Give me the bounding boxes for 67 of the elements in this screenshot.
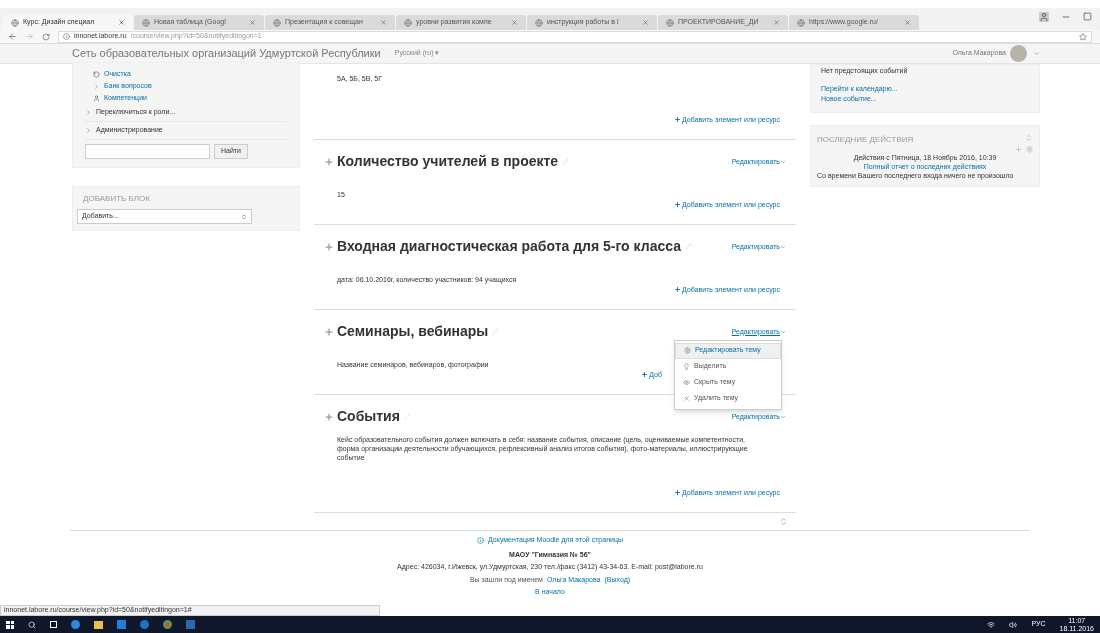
- section-title: Количество учителей в проекте: [337, 152, 559, 171]
- lightbulb-icon: [683, 363, 690, 370]
- favicon-icon: [535, 18, 543, 27]
- site-name[interactable]: Сеть образовательных организаций Удмуртской Республики: [72, 45, 381, 62]
- plus-icon: [674, 201, 682, 209]
- close-icon[interactable]: [642, 19, 649, 26]
- plus-icon: [674, 489, 682, 497]
- windows-start-icon[interactable]: [6, 620, 14, 629]
- close-icon[interactable]: [380, 19, 387, 26]
- caret-icon: [780, 243, 786, 250]
- section-title: Семинары, вебинары: [337, 322, 489, 341]
- close-icon[interactable]: [773, 19, 780, 26]
- reload-icon[interactable]: [42, 32, 50, 41]
- maximize-icon[interactable]: [1083, 12, 1092, 21]
- settings-icon[interactable]: [1026, 145, 1033, 153]
- close-icon[interactable]: [249, 19, 256, 26]
- avatar[interactable]: [1010, 45, 1027, 62]
- move-icon[interactable]: [324, 411, 334, 422]
- info-icon: [63, 33, 70, 40]
- move-icon[interactable]: [324, 326, 334, 337]
- plus-icon: [674, 116, 682, 124]
- back-icon[interactable]: [8, 32, 17, 41]
- close-icon[interactable]: [904, 19, 911, 26]
- person-icon: [93, 95, 100, 102]
- browser-e-icon[interactable]: [71, 620, 80, 629]
- search-icon[interactable]: [28, 620, 36, 629]
- edit-pencil-icon[interactable]: [492, 328, 500, 335]
- close-icon[interactable]: [511, 19, 518, 26]
- collapse-all-icon[interactable]: [779, 517, 788, 526]
- edit-pencil-icon[interactable]: [562, 158, 570, 165]
- edit-pencil-icon[interactable]: [684, 243, 692, 250]
- move-icon[interactable]: [324, 156, 334, 167]
- favicon-icon: [142, 18, 150, 27]
- favicon-icon: [404, 18, 412, 27]
- settings-icon: [684, 347, 691, 354]
- favicon-icon: [273, 18, 281, 27]
- close-icon[interactable]: [118, 19, 125, 26]
- caret-icon[interactable]: [1033, 50, 1040, 57]
- caret-icon: [780, 328, 786, 335]
- block-title: ДОБАВИТЬ БЛОК: [82, 193, 151, 205]
- section-title: События: [337, 407, 400, 426]
- section-title: Входная диагностическая работа для 5-го класса: [337, 237, 681, 256]
- eye-icon: [683, 379, 690, 386]
- caret-icon: [780, 413, 786, 420]
- dropdown-icon: [241, 213, 247, 220]
- reset-icon: [93, 71, 100, 78]
- favicon-icon: [11, 18, 19, 27]
- caret-icon: [780, 158, 786, 165]
- plus-icon: [674, 286, 682, 294]
- move-icon[interactable]: [1015, 145, 1022, 153]
- network-icon[interactable]: [987, 620, 996, 629]
- move-icon[interactable]: [324, 241, 334, 252]
- favicon-icon: [797, 18, 805, 27]
- forward-icon[interactable]: [25, 32, 34, 41]
- volume-icon[interactable]: [1009, 620, 1018, 629]
- info-icon: [477, 536, 485, 544]
- task-view-icon[interactable]: [50, 621, 57, 628]
- close-icon: [683, 395, 690, 402]
- edit-pencil-icon[interactable]: [403, 413, 411, 420]
- bookmark-star-icon[interactable]: [1079, 32, 1087, 41]
- plus-icon: [641, 371, 649, 379]
- profile-icon[interactable]: [1039, 12, 1049, 22]
- favicon-icon: [666, 18, 674, 27]
- block-title: ПОСЛЕДНИЕ ДЕЙСТВИЯ: [817, 133, 914, 146]
- folder-icon[interactable]: [94, 620, 103, 629]
- collapse-icon[interactable]: [1025, 133, 1033, 142]
- search-field[interactable]: [85, 144, 210, 159]
